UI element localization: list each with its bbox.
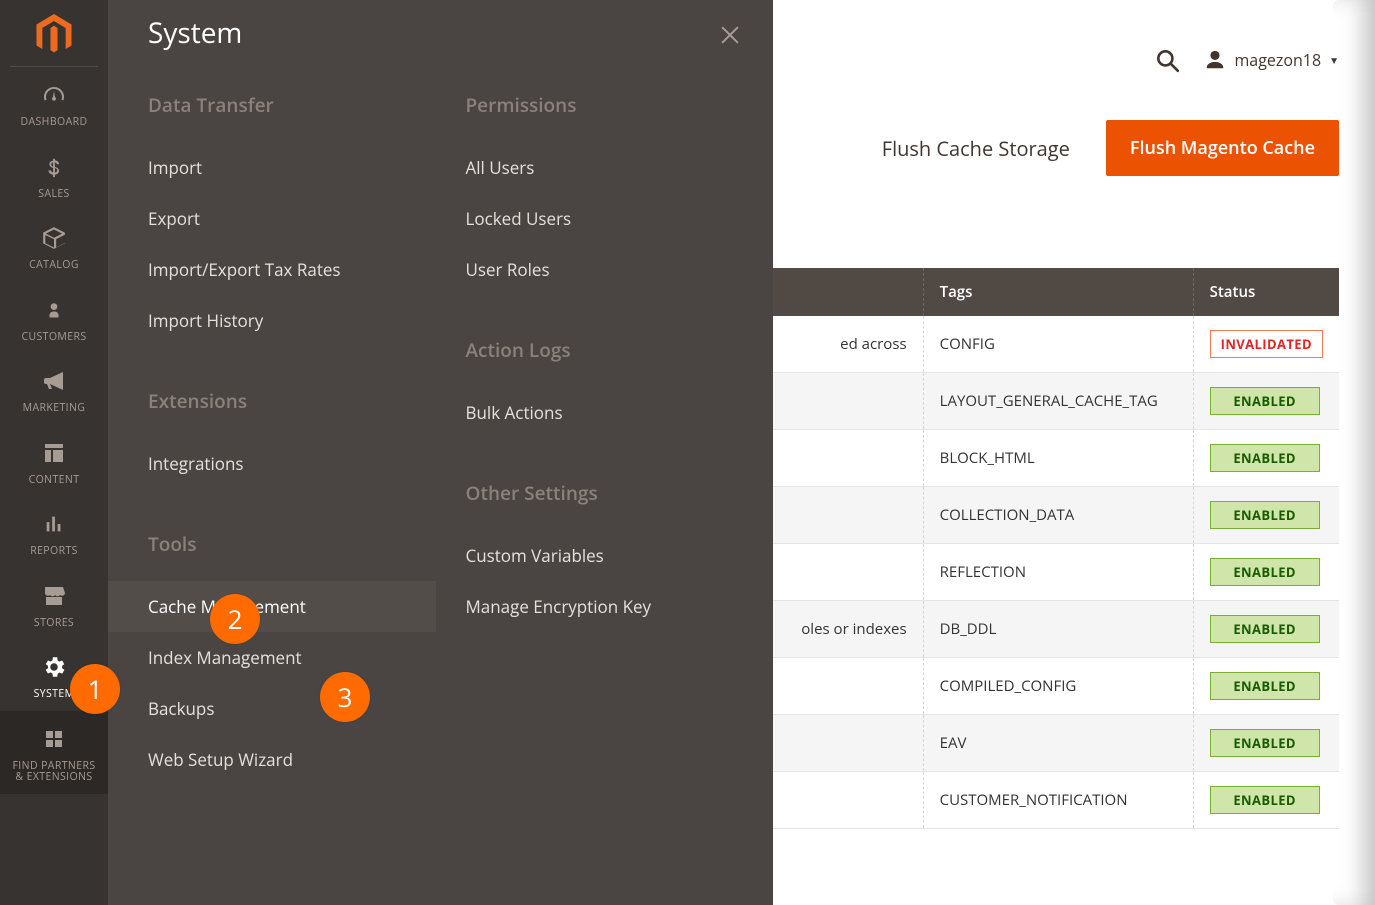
viewport: magezon18 ▼ Flush Cache Storage Flush Ma… — [0, 0, 1375, 905]
flush-cache-storage-button[interactable]: Flush Cache Storage — [882, 135, 1070, 162]
flush-magento-cache-button[interactable]: Flush Magento Cache — [1106, 120, 1339, 176]
system-flyout: System Data Transfer ImportExportImport/E… — [108, 0, 773, 905]
status-badge: INVALIDATED — [1210, 330, 1323, 358]
magento-logo[interactable] — [0, 0, 108, 60]
layout-icon — [37, 439, 71, 467]
cell-tag: LAYOUT_GENERAL_CACHE_TAG — [923, 373, 1193, 430]
nav-reports[interactable]: REPORTS — [0, 496, 108, 568]
flyout-column: Data Transfer ImportExportImport/Export T… — [148, 92, 426, 785]
group-title: Permissions — [466, 92, 744, 118]
menu-link-integrations[interactable]: Integrations — [148, 438, 426, 489]
status-badge: ENABLED — [1210, 786, 1320, 814]
menu-link-import[interactable]: Import — [148, 142, 426, 193]
nav-system[interactable]: SYSTEM — [0, 639, 108, 711]
nav-label: CATALOG — [29, 260, 79, 272]
account-menu[interactable]: magezon18 ▼ — [1204, 49, 1339, 71]
blocks-icon — [37, 725, 71, 753]
cell-tag: REFLECTION — [923, 544, 1193, 601]
cell-status: ENABLED — [1193, 601, 1339, 658]
group-title: Extensions — [148, 388, 426, 414]
nav-label: SALES — [38, 189, 69, 201]
cell-status: ENABLED — [1193, 487, 1339, 544]
th-tags: Tags — [923, 268, 1193, 316]
cell-status: ENABLED — [1193, 373, 1339, 430]
menu-link-export[interactable]: Export — [148, 193, 426, 244]
menu-link-web-setup-wizard[interactable]: Web Setup Wizard — [148, 734, 426, 785]
nav-sales[interactable]: SALES — [0, 139, 108, 211]
cell-tag: EAV — [923, 715, 1193, 772]
nav-catalog[interactable]: CATALOG — [0, 210, 108, 282]
status-badge: ENABLED — [1210, 444, 1320, 472]
nav-label: DASHBOARD — [20, 117, 87, 129]
cell-tag: DB_DDL — [923, 601, 1193, 658]
gauge-icon — [37, 81, 71, 109]
admin-sidebar: DASHBOARD SALES CATALOG CUSTOMERS MARKET… — [0, 0, 108, 905]
nav-label: REPORTS — [30, 546, 78, 558]
nav-label: SYSTEM — [34, 689, 75, 701]
nav-marketing[interactable]: MARKETING — [0, 353, 108, 425]
cell-status: ENABLED — [1193, 772, 1339, 829]
close-icon[interactable] — [719, 24, 741, 46]
cell-tag: BLOCK_HTML — [923, 430, 1193, 487]
status-badge: ENABLED — [1210, 387, 1320, 415]
cell-status: ENABLED — [1193, 658, 1339, 715]
cell-status: INVALIDATED — [1193, 316, 1339, 373]
menu-link-backups[interactable]: Backups — [148, 683, 426, 734]
menu-link-index-management[interactable]: Index Management — [148, 632, 426, 683]
status-badge: ENABLED — [1210, 729, 1320, 757]
nav-label: CUSTOMERS — [21, 332, 86, 344]
bar-chart-icon — [37, 510, 71, 538]
user-icon — [1204, 49, 1226, 71]
cell-tag: CONFIG — [923, 316, 1193, 373]
menu-link-locked-users[interactable]: Locked Users — [466, 193, 744, 244]
megaphone-icon — [37, 367, 71, 395]
nav-label: FIND PARTNERS & EXTENSIONS — [12, 761, 95, 784]
cell-status: ENABLED — [1193, 430, 1339, 487]
group-title: Other Settings — [466, 480, 744, 506]
menu-link-all-users[interactable]: All Users — [466, 142, 744, 193]
gear-icon — [37, 653, 71, 681]
cell-tag: COMPILED_CONFIG — [923, 658, 1193, 715]
cell-status: ENABLED — [1193, 544, 1339, 601]
nav-label: STORES — [34, 618, 74, 630]
nav-dashboard[interactable]: DASHBOARD — [0, 67, 108, 139]
menu-link-user-roles[interactable]: User Roles — [466, 244, 744, 295]
status-badge: ENABLED — [1210, 501, 1320, 529]
search-icon[interactable] — [1154, 47, 1180, 73]
nav-stores[interactable]: STORES — [0, 568, 108, 640]
menu-link-import-history[interactable]: Import History — [148, 295, 426, 346]
account-username: magezon18 — [1234, 49, 1321, 71]
menu-link-cache-management[interactable]: Cache Management — [108, 581, 436, 632]
caret-down-icon: ▼ — [1329, 53, 1339, 67]
menu-link-bulk-actions[interactable]: Bulk Actions — [466, 387, 744, 438]
menu-link-import-export-tax-rates[interactable]: Import/Export Tax Rates — [148, 244, 426, 295]
dollar-icon — [37, 153, 71, 181]
person-icon — [37, 296, 71, 324]
status-badge: ENABLED — [1210, 558, 1320, 586]
nav-find-partners[interactable]: FIND PARTNERS & EXTENSIONS — [0, 711, 108, 794]
cell-status: ENABLED — [1193, 715, 1339, 772]
status-badge: ENABLED — [1210, 615, 1320, 643]
th-status: Status — [1193, 268, 1339, 316]
group-title: Tools — [148, 531, 426, 557]
box-icon — [37, 224, 71, 252]
status-badge: ENABLED — [1210, 672, 1320, 700]
cell-tag: CUSTOMER_NOTIFICATION — [923, 772, 1193, 829]
menu-link-custom-variables[interactable]: Custom Variables — [466, 530, 744, 581]
group-title: Data Transfer — [148, 92, 426, 118]
nav-label: CONTENT — [29, 475, 80, 487]
cell-tag: COLLECTION_DATA — [923, 487, 1193, 544]
flyout-title: System — [148, 14, 242, 52]
nav-label: MARKETING — [23, 403, 86, 415]
store-icon — [37, 582, 71, 610]
group-title: Action Logs — [466, 337, 744, 363]
nav-customers[interactable]: CUSTOMERS — [0, 282, 108, 354]
magento-hex-icon — [33, 14, 75, 56]
nav-content[interactable]: CONTENT — [0, 425, 108, 497]
menu-link-manage-encryption-key[interactable]: Manage Encryption Key — [466, 581, 744, 632]
flyout-column: Permissions All UsersLocked UsersUser Rol… — [466, 92, 744, 785]
